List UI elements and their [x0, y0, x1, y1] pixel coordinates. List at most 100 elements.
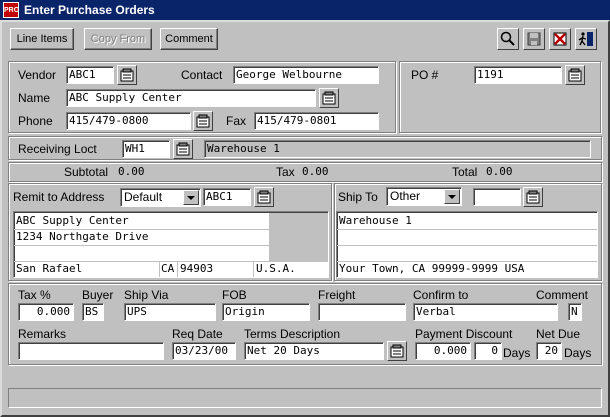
delete-button[interactable]	[549, 28, 571, 50]
exit-button[interactable]	[575, 28, 597, 50]
confirm-to-label: Confirm to	[413, 288, 469, 302]
receiving-loct-label: Receiving Loct	[18, 142, 97, 156]
remit-line1[interactable]: ABC Supply Center	[16, 213, 129, 229]
comment-button[interactable]: Comment	[160, 28, 218, 50]
remarks-label: Remarks	[18, 327, 67, 341]
lookup-icon	[526, 190, 540, 204]
name-label: Name	[18, 91, 51, 105]
save-button[interactable]	[523, 28, 545, 50]
vendor-label: Vendor	[18, 68, 57, 82]
subtotal-value: 0.00	[118, 165, 145, 178]
payment-discount-label: Payment Discount	[415, 327, 513, 341]
save-icon	[527, 32, 541, 46]
receiving-description: Warehouse 1	[204, 140, 591, 158]
fob-label: FOB	[222, 288, 247, 302]
chevron-down-icon[interactable]	[444, 189, 460, 204]
remit-address-box[interactable]: ABC Supply Center 1234 Northgate Drive S…	[13, 211, 329, 278]
fax-label: Fax	[226, 114, 247, 128]
shipto-line1[interactable]: Warehouse 1	[339, 213, 412, 229]
lookup-icon	[196, 114, 210, 128]
total-value: 0.00	[486, 165, 513, 178]
tax-label: Tax	[276, 165, 295, 179]
terms-description-input[interactable]: Net 20 Days	[244, 342, 384, 360]
subtotal-label: Subtotal	[64, 165, 109, 179]
po-label: PO #	[411, 68, 439, 82]
net-due-input[interactable]: 20	[536, 342, 562, 360]
po-number-input[interactable]: 1191	[474, 66, 562, 84]
lookup-icon	[322, 91, 336, 105]
line-items-button[interactable]: Line Items	[10, 28, 74, 50]
remit-lookup-button[interactable]	[254, 187, 274, 207]
buyer-input[interactable]: BS	[82, 303, 104, 321]
confirm-to-input[interactable]: Verbal	[413, 303, 558, 321]
tax-pct-label: Tax %	[18, 288, 51, 302]
delete-icon	[553, 32, 567, 46]
discount-days-input[interactable]: 0	[474, 342, 502, 360]
status-bar	[8, 388, 602, 408]
total-label: Total	[452, 165, 478, 179]
receiving-loct-input[interactable]: WH1	[122, 140, 170, 158]
shipto-line-last[interactable]: Your Town, CA 99999-9999 USA	[339, 261, 524, 277]
remit-line2[interactable]: 1234 Northgate Drive	[16, 229, 148, 245]
title-bar[interactable]: PRO Enter Purchase Orders	[0, 0, 610, 20]
terms-lookup-button[interactable]	[387, 341, 407, 361]
lookup-icon	[390, 344, 404, 358]
vendor-input[interactable]: ABC1	[66, 66, 114, 84]
phone-input[interactable]: 415/479-0800	[66, 112, 191, 130]
lookup-icon	[120, 68, 134, 82]
name-input[interactable]: ABC Supply Center	[66, 89, 316, 107]
remarks-input[interactable]	[18, 342, 164, 360]
fob-input[interactable]: Origin	[222, 303, 310, 321]
req-date-label: Req Date	[172, 327, 223, 341]
remit-state[interactable]: CA	[161, 261, 174, 277]
contact-input[interactable]: George Welbourne	[233, 66, 379, 84]
ship-via-input[interactable]: UPS	[124, 303, 216, 321]
phone-lookup-button[interactable]	[193, 111, 213, 131]
tax-value: 0.00	[302, 165, 329, 178]
remit-country[interactable]: U.S.A.	[256, 261, 296, 277]
fax-input[interactable]: 415/479-0801	[254, 112, 379, 130]
buyer-label: Buyer	[82, 288, 114, 302]
shipto-select-value: Other	[390, 189, 421, 203]
exit-icon	[578, 32, 593, 46]
lookup-icon	[568, 68, 582, 82]
app-icon: PRO	[3, 2, 19, 18]
remit-zip[interactable]: 94903	[180, 261, 213, 277]
chevron-down-icon[interactable]	[183, 190, 199, 205]
ship-via-label: Ship Via	[124, 288, 169, 302]
tax-pct-input[interactable]: 0.000	[18, 303, 74, 321]
shipto-select[interactable]: Other	[386, 187, 462, 206]
vendor-lookup-button[interactable]	[117, 65, 137, 85]
lookup-icon	[176, 142, 190, 156]
comment-flag-input[interactable]: N	[568, 303, 582, 321]
copy-from-button[interactable]: Copy From	[84, 28, 152, 50]
search-button[interactable]	[497, 28, 519, 50]
net-due-label: Net Due	[536, 327, 581, 341]
phone-label: Phone	[18, 114, 53, 128]
terms-description-label: Terms Description	[244, 327, 341, 341]
net-due-days-label: Days	[564, 346, 592, 360]
search-icon	[500, 31, 515, 46]
shipto-lookup-button[interactable]	[523, 187, 543, 207]
remit-address-gap	[269, 213, 328, 261]
receiving-lookup-button[interactable]	[173, 139, 193, 159]
freight-label: Freight	[318, 288, 356, 302]
remit-code-input[interactable]: ABC1	[203, 188, 251, 206]
shipto-code-input[interactable]	[473, 188, 521, 206]
remit-to-label: Remit to Address	[13, 190, 105, 204]
remit-select[interactable]: Default	[120, 188, 201, 207]
payment-discount-input[interactable]: 0.000	[415, 342, 471, 360]
req-date-input[interactable]: 03/23/00	[172, 342, 236, 360]
remit-select-value: Default	[124, 190, 163, 204]
remit-city[interactable]: San Rafael	[16, 261, 82, 277]
contact-label: Contact	[181, 68, 223, 82]
ship-to-label: Ship To	[338, 190, 378, 204]
shipto-address-box[interactable]: Warehouse 1 Your Town, CA 99999-9999 USA	[336, 211, 598, 278]
freight-input[interactable]	[318, 303, 406, 321]
po-lookup-button[interactable]	[565, 65, 585, 85]
name-lookup-button[interactable]	[319, 88, 339, 108]
window-title: Enter Purchase Orders	[24, 3, 155, 17]
comment-label: Comment	[536, 288, 589, 302]
discount-days-label: Days	[503, 346, 531, 360]
lookup-icon	[257, 190, 271, 204]
